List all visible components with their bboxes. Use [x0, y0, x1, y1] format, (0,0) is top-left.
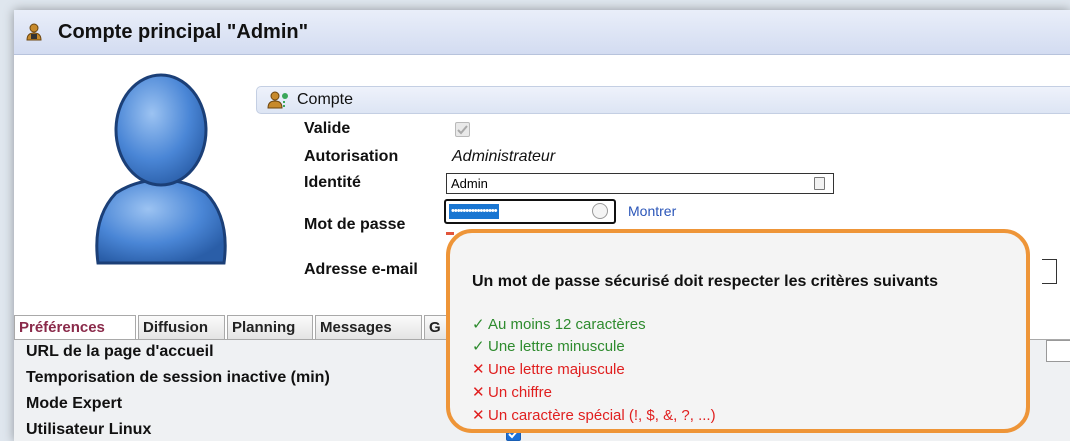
tab-planning[interactable]: Planning	[227, 315, 313, 339]
tab-bar: Préférences Diffusion Planning Messages …	[14, 315, 474, 340]
eye-icon[interactable]	[592, 203, 608, 219]
password-masked-value: ••••••••••••••••	[449, 204, 499, 219]
valid-checkbox[interactable]	[455, 122, 470, 137]
tab-diffusion[interactable]: Diffusion	[138, 315, 225, 339]
users-icon	[267, 91, 288, 109]
contact-card-icon[interactable]	[814, 177, 825, 190]
password-label: Mot de passe	[304, 216, 406, 233]
section-title: Compte	[297, 91, 354, 108]
criterion-lowercase: ✓ Une lettre minuscule	[472, 338, 625, 355]
identity-label: Identité	[304, 174, 361, 191]
criterion-uppercase: ✕ Une lettre majuscule	[472, 361, 625, 378]
expert-mode-label: Mode Expert	[26, 395, 123, 412]
criterion-digit: ✕ Un chiffre	[472, 384, 552, 401]
tab-messages[interactable]: Messages	[315, 315, 422, 339]
show-password-link[interactable]: Montrer	[628, 203, 676, 219]
criterion-length: ✓ Au moins 12 caractères	[472, 316, 646, 333]
password-field[interactable]: ••••••••••••••••	[444, 199, 616, 224]
linux-user-label: Utilisateur Linux	[26, 421, 152, 438]
account-window: Compte principal "Admin" Compte Valide A…	[14, 10, 1070, 441]
cross-icon: ✕	[472, 407, 485, 424]
authorization-label: Autorisation	[304, 148, 399, 165]
identity-value: Admin	[451, 176, 488, 191]
user-lock-icon	[26, 23, 42, 41]
user-avatar	[95, 73, 227, 265]
account-section-header: Compte	[256, 86, 1070, 114]
homepage-url-label: URL de la page d'accueil	[26, 343, 214, 360]
valid-label: Valide	[304, 120, 351, 137]
identity-field[interactable]: Admin	[446, 173, 834, 194]
password-strength-indicator	[446, 232, 454, 235]
password-requirements-tooltip: Un mot de passe sécurisé doit respecter …	[446, 229, 1030, 433]
cross-icon: ✕	[472, 384, 485, 401]
session-timeout-label: Temporisation de session inactive (min)	[26, 369, 330, 386]
check-icon: ✓	[472, 316, 485, 333]
authorization-value: Administrateur	[452, 148, 556, 165]
homepage-url-field[interactable]	[1046, 340, 1070, 362]
criterion-special: ✕ Un caractère spécial (!, $, &, ?, ...)	[472, 407, 716, 424]
window-title: Compte principal "Admin"	[58, 21, 309, 43]
email-label: Adresse e-mail	[304, 261, 418, 278]
window-titlebar: Compte principal "Admin"	[14, 10, 1070, 55]
tab-preferences[interactable]: Préférences	[14, 315, 136, 339]
check-icon: ✓	[472, 338, 485, 355]
cross-icon: ✕	[472, 361, 485, 378]
tooltip-heading: Un mot de passe sécurisé doit respecter …	[472, 273, 938, 290]
email-field[interactable]	[1042, 259, 1057, 284]
